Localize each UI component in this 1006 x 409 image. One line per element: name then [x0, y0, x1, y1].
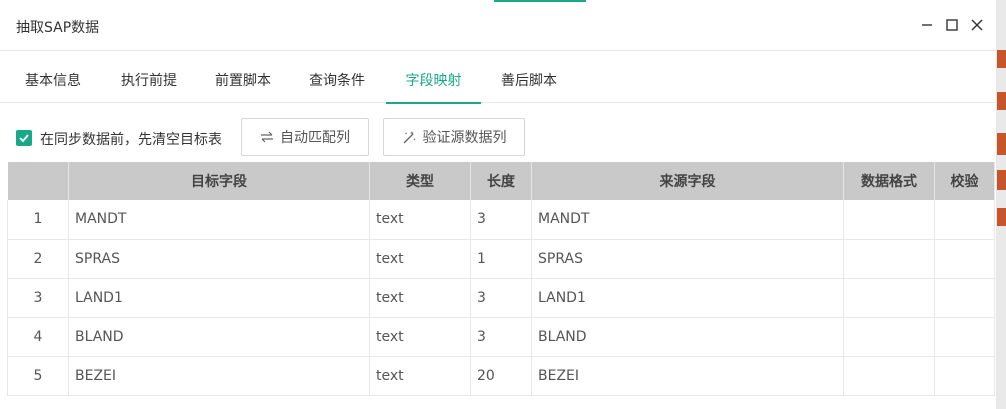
- data-format-cell[interactable]: [843, 239, 935, 279]
- data-format-cell[interactable]: [843, 200, 935, 240]
- header-index: [7, 162, 69, 200]
- row-index: 1: [7, 200, 69, 240]
- type-cell[interactable]: text: [369, 356, 471, 396]
- row-index: 5: [7, 356, 69, 396]
- row-index: 2: [7, 239, 69, 279]
- target-field-cell[interactable]: LAND1: [68, 278, 370, 318]
- magic-wand-icon: [403, 130, 416, 143]
- target-field-cell[interactable]: BLAND: [68, 317, 370, 357]
- auto-match-label: 自动匹配列: [280, 130, 350, 146]
- auto-match-button[interactable]: 自动匹配列: [241, 118, 369, 156]
- minimize-icon: [922, 24, 932, 26]
- validation-cell[interactable]: [934, 200, 995, 240]
- target-field-cell[interactable]: MANDT: [68, 200, 370, 240]
- type-cell[interactable]: text: [369, 278, 471, 318]
- validation-cell[interactable]: [934, 239, 995, 279]
- header-length[interactable]: 长度: [470, 162, 532, 200]
- verify-source-label: 验证源数据列: [422, 130, 507, 146]
- target-field-cell[interactable]: SPRAS: [68, 239, 370, 279]
- titlebar-accent: [494, 0, 586, 2]
- minimize-button[interactable]: [918, 16, 936, 34]
- length-cell[interactable]: 1: [470, 239, 532, 279]
- header-target-field[interactable]: 目标字段: [68, 162, 370, 200]
- tab-bar: 基本信息 执行前提 前置脚本 查询条件 字段映射 善后脚本: [0, 52, 997, 104]
- tab-query-conditions[interactable]: 查询条件: [292, 52, 382, 103]
- header-data-format[interactable]: 数据格式: [843, 162, 935, 200]
- maximize-button[interactable]: [943, 16, 961, 34]
- check-icon: [19, 134, 29, 143]
- dialog-title: 抽取SAP数据: [16, 20, 100, 36]
- header-validation[interactable]: 校验: [934, 162, 995, 200]
- table-row[interactable]: 4 BLAND text 3 BLAND: [7, 317, 995, 357]
- source-field-cell[interactable]: BEZEI: [531, 356, 844, 396]
- dialog-titlebar: 抽取SAP数据: [0, 0, 996, 51]
- table-row[interactable]: 5 BEZEI text 20 BEZEI: [7, 356, 995, 396]
- length-cell[interactable]: 3: [470, 200, 532, 240]
- verify-source-button[interactable]: 验证源数据列: [383, 118, 525, 156]
- type-cell[interactable]: text: [369, 200, 471, 240]
- header-type[interactable]: 类型: [369, 162, 471, 200]
- source-field-cell[interactable]: MANDT: [531, 200, 844, 240]
- target-field-cell[interactable]: BEZEI: [68, 356, 370, 396]
- table-row[interactable]: 1 MANDT text 3 MANDT: [7, 200, 995, 240]
- close-icon: [971, 19, 983, 31]
- length-cell[interactable]: 3: [470, 317, 532, 357]
- tab-field-mapping[interactable]: 字段映射: [386, 52, 481, 104]
- tab-preconditions[interactable]: 执行前提: [104, 52, 194, 103]
- source-field-cell[interactable]: LAND1: [531, 278, 844, 318]
- data-format-cell[interactable]: [843, 356, 935, 396]
- close-button[interactable]: [968, 16, 986, 34]
- validation-cell[interactable]: [934, 317, 995, 357]
- type-cell[interactable]: text: [369, 239, 471, 279]
- source-field-cell[interactable]: BLAND: [531, 317, 844, 357]
- tab-post-script[interactable]: 善后脚本: [484, 52, 574, 103]
- table-row[interactable]: 3 LAND1 text 3 LAND1: [7, 278, 995, 318]
- clear-target-checkbox[interactable]: [16, 130, 32, 146]
- validation-cell[interactable]: [934, 356, 995, 396]
- row-index: 3: [7, 278, 69, 318]
- extract-sap-dialog: 抽取SAP数据 基本信息 执行前提 前置脚本 查询条件 字段映射 善后脚本 在同…: [0, 0, 997, 409]
- table-header-row: 目标字段 类型 长度 来源字段 数据格式 校验: [7, 162, 995, 200]
- swap-arrows-icon: [261, 131, 273, 143]
- data-format-cell[interactable]: [843, 317, 935, 357]
- row-index: 4: [7, 317, 69, 357]
- background-page-edge: [997, 0, 1006, 409]
- data-format-cell[interactable]: [843, 278, 935, 318]
- validation-cell[interactable]: [934, 278, 995, 318]
- length-cell[interactable]: 3: [470, 278, 532, 318]
- table-row[interactable]: 2 SPRAS text 1 SPRAS: [7, 239, 995, 279]
- tab-basic-info[interactable]: 基本信息: [8, 52, 98, 103]
- length-cell[interactable]: 20: [470, 356, 532, 396]
- mapping-toolbar: 在同步数据前，先清空目标表 自动匹配列 验证源数据列: [0, 118, 997, 156]
- clear-target-label[interactable]: 在同步数据前，先清空目标表: [40, 129, 222, 149]
- maximize-icon: [946, 19, 958, 31]
- type-cell[interactable]: text: [369, 317, 471, 357]
- tab-pre-script[interactable]: 前置脚本: [198, 52, 288, 103]
- source-field-cell[interactable]: SPRAS: [531, 239, 844, 279]
- header-source-field[interactable]: 来源字段: [531, 162, 844, 200]
- field-mapping-table: 目标字段 类型 长度 来源字段 数据格式 校验 1 MANDT text 3 M…: [7, 162, 995, 396]
